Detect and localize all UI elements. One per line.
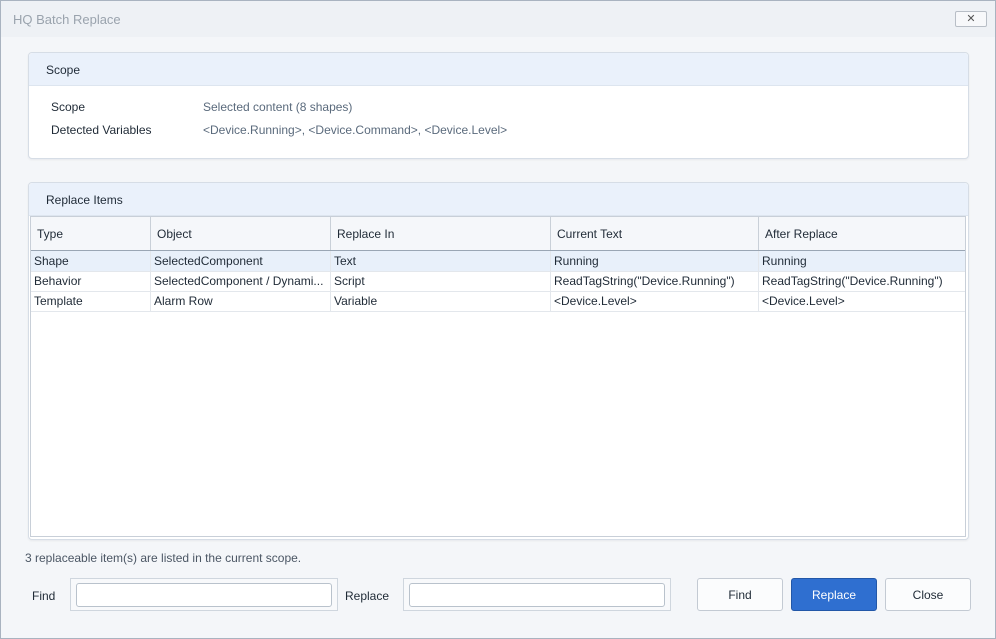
cell-replace-in: Variable (331, 291, 551, 311)
find-button[interactable]: Find (697, 578, 783, 611)
scope-panel: Scope Scope Selected content (8 shapes) … (28, 52, 969, 159)
scope-panel-header: Scope (29, 53, 968, 86)
cell-object: Alarm Row (151, 291, 331, 311)
replace-input[interactable] (409, 583, 665, 607)
cell-current-text: <Device.Level> (551, 291, 759, 311)
replace-items-header: Replace Items (29, 183, 968, 216)
replace-field-frame (403, 578, 671, 611)
cell-type: Behavior (31, 271, 151, 291)
replace-items-grid[interactable]: Type Object Replace In Current Text Afte… (30, 216, 966, 537)
column-header-object[interactable]: Object (151, 217, 331, 250)
status-text: 3 replaceable item(s) are listed in the … (25, 551, 302, 565)
scope-label: Scope (51, 100, 86, 114)
column-header-after-replace[interactable]: After Replace (759, 217, 965, 250)
detected-variables-value: <Device.Running>, <Device.Command>, <Dev… (203, 123, 508, 137)
cell-after-replace: Running (762, 254, 807, 268)
cell-after-replace: ReadTagString("Device.Running") (762, 274, 943, 288)
column-header-replace-in[interactable]: Replace In (331, 217, 551, 250)
cell-object: SelectedComponent (151, 251, 331, 271)
cell-after-replace: <Device.Level> (762, 294, 845, 308)
replace-items-title: Replace Items (46, 193, 123, 207)
column-header-type[interactable]: Type (31, 217, 151, 250)
window-title: HQ Batch Replace (13, 12, 121, 27)
table-row[interactable]: Template Alarm Row Variable <Device.Leve… (31, 291, 965, 312)
cell-type: Template (31, 291, 151, 311)
batch-replace-dialog: HQ Batch Replace ✕ Scope Scope Selected … (0, 0, 996, 639)
close-window-button[interactable]: ✕ (955, 11, 987, 27)
cell-type: Shape (31, 251, 151, 271)
find-field-frame (70, 578, 338, 611)
detected-variables-label: Detected Variables (51, 123, 152, 137)
cell-object: SelectedComponent / Dynami... (151, 271, 331, 291)
scope-panel-title: Scope (46, 63, 81, 77)
cell-replace-in: Text (331, 251, 551, 271)
scope-value: Selected content (8 shapes) (203, 100, 353, 114)
replace-items-panel: Replace Items Type Object Replace In Cur… (28, 182, 969, 540)
close-button[interactable]: Close (885, 578, 971, 611)
table-row[interactable]: Behavior SelectedComponent / Dynami... S… (31, 271, 965, 292)
cell-current-text: ReadTagString("Device.Running") (551, 271, 759, 291)
find-label: Find (32, 589, 56, 603)
grid-header: Type Object Replace In Current Text Afte… (31, 217, 965, 251)
replace-button[interactable]: Replace (791, 578, 877, 611)
title-bar: HQ Batch Replace ✕ (1, 1, 995, 37)
table-row[interactable]: Shape SelectedComponent Text Running Run… (31, 251, 965, 272)
find-input[interactable] (76, 583, 332, 607)
close-icon: ✕ (966, 12, 976, 25)
cell-replace-in: Script (331, 271, 551, 291)
cell-current-text: Running (551, 251, 759, 271)
replace-label: Replace (345, 589, 390, 603)
column-header-current-text[interactable]: Current Text (551, 217, 759, 250)
